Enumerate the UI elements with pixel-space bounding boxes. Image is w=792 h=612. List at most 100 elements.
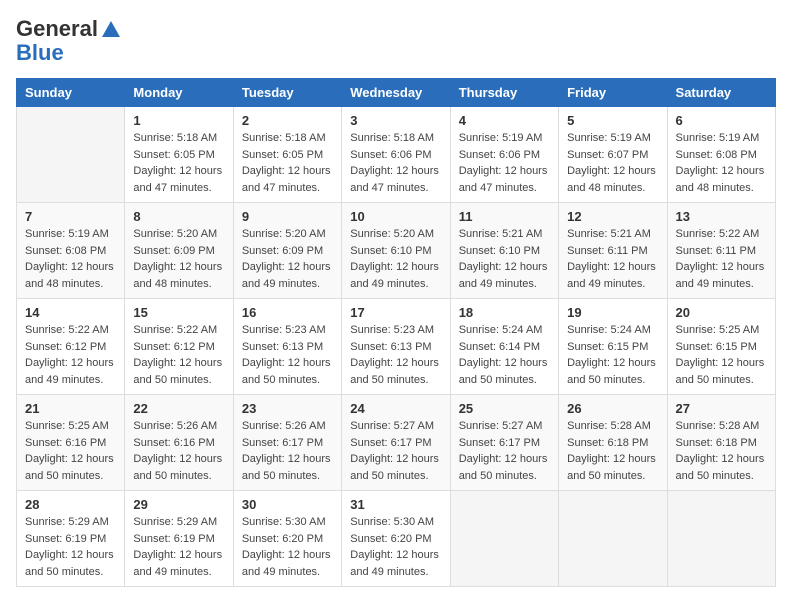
- day-info: Sunrise: 5:20 AM Sunset: 6:09 PM Dayligh…: [242, 226, 333, 292]
- day-number: 4: [459, 113, 550, 128]
- day-info: Sunrise: 5:19 AM Sunset: 6:06 PM Dayligh…: [459, 130, 550, 196]
- week-row-2: 14 Sunrise: 5:22 AM Sunset: 6:12 PM Dayli…: [17, 299, 776, 395]
- day-info: Sunrise: 5:26 AM Sunset: 6:16 PM Dayligh…: [133, 418, 224, 484]
- calendar-cell: 7 Sunrise: 5:19 AM Sunset: 6:08 PM Daylig…: [17, 203, 125, 299]
- calendar-cell: 22 Sunrise: 5:26 AM Sunset: 6:16 PM Dayli…: [125, 395, 233, 491]
- day-info: Sunrise: 5:29 AM Sunset: 6:19 PM Dayligh…: [25, 514, 116, 580]
- day-info: Sunrise: 5:19 AM Sunset: 6:08 PM Dayligh…: [676, 130, 767, 196]
- logo: General Blue: [16, 16, 122, 66]
- day-info: Sunrise: 5:22 AM Sunset: 6:11 PM Dayligh…: [676, 226, 767, 292]
- calendar-cell: 17 Sunrise: 5:23 AM Sunset: 6:13 PM Dayli…: [342, 299, 450, 395]
- day-info: Sunrise: 5:18 AM Sunset: 6:06 PM Dayligh…: [350, 130, 441, 196]
- calendar-cell: 16 Sunrise: 5:23 AM Sunset: 6:13 PM Dayli…: [233, 299, 341, 395]
- calendar-cell: [667, 491, 775, 587]
- day-info: Sunrise: 5:18 AM Sunset: 6:05 PM Dayligh…: [133, 130, 224, 196]
- day-number: 18: [459, 305, 550, 320]
- day-number: 19: [567, 305, 658, 320]
- day-number: 16: [242, 305, 333, 320]
- calendar-cell: 5Sunrise: 5:19 AM Sunset: 6:07 PM Daylig…: [559, 107, 667, 203]
- day-number: 1: [133, 113, 224, 128]
- calendar-cell: 14 Sunrise: 5:22 AM Sunset: 6:12 PM Dayli…: [17, 299, 125, 395]
- day-info: Sunrise: 5:22 AM Sunset: 6:12 PM Dayligh…: [25, 322, 116, 388]
- calendar-cell: 19 Sunrise: 5:24 AM Sunset: 6:15 PM Dayli…: [559, 299, 667, 395]
- day-number: 28: [25, 497, 116, 512]
- day-number: 21: [25, 401, 116, 416]
- day-info: Sunrise: 5:28 AM Sunset: 6:18 PM Dayligh…: [567, 418, 658, 484]
- day-info: Sunrise: 5:24 AM Sunset: 6:14 PM Dayligh…: [459, 322, 550, 388]
- calendar-cell: 2Sunrise: 5:18 AM Sunset: 6:05 PM Daylig…: [233, 107, 341, 203]
- calendar-cell: 10Sunrise: 5:20 AM Sunset: 6:10 PM Dayli…: [342, 203, 450, 299]
- calendar-cell: 11Sunrise: 5:21 AM Sunset: 6:10 PM Dayli…: [450, 203, 558, 299]
- calendar-cell: 13 Sunrise: 5:22 AM Sunset: 6:11 PM Dayli…: [667, 203, 775, 299]
- calendar-cell: 12 Sunrise: 5:21 AM Sunset: 6:11 PM Dayli…: [559, 203, 667, 299]
- day-info: Sunrise: 5:24 AM Sunset: 6:15 PM Dayligh…: [567, 322, 658, 388]
- day-number: 5: [567, 113, 658, 128]
- calendar-cell: 20Sunrise: 5:25 AM Sunset: 6:15 PM Dayli…: [667, 299, 775, 395]
- calendar-cell: 29 Sunrise: 5:29 AM Sunset: 6:19 PM Dayli…: [125, 491, 233, 587]
- day-info: Sunrise: 5:29 AM Sunset: 6:19 PM Dayligh…: [133, 514, 224, 580]
- week-row-3: 21 Sunrise: 5:25 AM Sunset: 6:16 PM Dayli…: [17, 395, 776, 491]
- day-info: Sunrise: 5:23 AM Sunset: 6:13 PM Dayligh…: [350, 322, 441, 388]
- day-number: 29: [133, 497, 224, 512]
- day-number: 3: [350, 113, 441, 128]
- day-number: 15: [133, 305, 224, 320]
- calendar-cell: 9Sunrise: 5:20 AM Sunset: 6:09 PM Daylig…: [233, 203, 341, 299]
- calendar-cell: [559, 491, 667, 587]
- weekday-header-thursday: Thursday: [450, 79, 558, 107]
- day-number: 13: [676, 209, 767, 224]
- day-info: Sunrise: 5:20 AM Sunset: 6:10 PM Dayligh…: [350, 226, 441, 292]
- day-info: Sunrise: 5:27 AM Sunset: 6:17 PM Dayligh…: [459, 418, 550, 484]
- day-info: Sunrise: 5:23 AM Sunset: 6:13 PM Dayligh…: [242, 322, 333, 388]
- calendar-cell: 4 Sunrise: 5:19 AM Sunset: 6:06 PM Daylig…: [450, 107, 558, 203]
- day-number: 25: [459, 401, 550, 416]
- day-info: Sunrise: 5:20 AM Sunset: 6:09 PM Dayligh…: [133, 226, 224, 292]
- weekday-header-saturday: Saturday: [667, 79, 775, 107]
- calendar-cell: 26 Sunrise: 5:28 AM Sunset: 6:18 PM Dayli…: [559, 395, 667, 491]
- weekday-header-row: SundayMondayTuesdayWednesdayThursdayFrid…: [17, 79, 776, 107]
- day-number: 31: [350, 497, 441, 512]
- day-info: Sunrise: 5:19 AM Sunset: 6:08 PM Dayligh…: [25, 226, 116, 292]
- calendar-cell: 25 Sunrise: 5:27 AM Sunset: 6:17 PM Dayli…: [450, 395, 558, 491]
- day-number: 12: [567, 209, 658, 224]
- calendar-cell: 24 Sunrise: 5:27 AM Sunset: 6:17 PM Dayli…: [342, 395, 450, 491]
- day-info: Sunrise: 5:25 AM Sunset: 6:16 PM Dayligh…: [25, 418, 116, 484]
- day-number: 2: [242, 113, 333, 128]
- page-header: General Blue: [16, 16, 776, 66]
- day-info: Sunrise: 5:21 AM Sunset: 6:11 PM Dayligh…: [567, 226, 658, 292]
- calendar-cell: 27 Sunrise: 5:28 AM Sunset: 6:18 PM Dayli…: [667, 395, 775, 491]
- day-info: Sunrise: 5:28 AM Sunset: 6:18 PM Dayligh…: [676, 418, 767, 484]
- week-row-0: 1 Sunrise: 5:18 AM Sunset: 6:05 PM Daylig…: [17, 107, 776, 203]
- day-info: Sunrise: 5:30 AM Sunset: 6:20 PM Dayligh…: [242, 514, 333, 580]
- logo-general-text: General: [16, 16, 98, 42]
- logo-triangle-icon: [100, 18, 122, 40]
- day-info: Sunrise: 5:25 AM Sunset: 6:15 PM Dayligh…: [676, 322, 767, 388]
- day-number: 30: [242, 497, 333, 512]
- day-info: Sunrise: 5:22 AM Sunset: 6:12 PM Dayligh…: [133, 322, 224, 388]
- weekday-header-friday: Friday: [559, 79, 667, 107]
- calendar-cell: [17, 107, 125, 203]
- calendar-cell: 1 Sunrise: 5:18 AM Sunset: 6:05 PM Daylig…: [125, 107, 233, 203]
- weekday-header-sunday: Sunday: [17, 79, 125, 107]
- day-number: 17: [350, 305, 441, 320]
- calendar-cell: 8Sunrise: 5:20 AM Sunset: 6:09 PM Daylig…: [125, 203, 233, 299]
- calendar-cell: [450, 491, 558, 587]
- day-number: 24: [350, 401, 441, 416]
- calendar-cell: 3 Sunrise: 5:18 AM Sunset: 6:06 PM Daylig…: [342, 107, 450, 203]
- day-number: 11: [459, 209, 550, 224]
- day-info: Sunrise: 5:27 AM Sunset: 6:17 PM Dayligh…: [350, 418, 441, 484]
- weekday-header-monday: Monday: [125, 79, 233, 107]
- calendar: SundayMondayTuesdayWednesdayThursdayFrid…: [16, 78, 776, 587]
- day-number: 23: [242, 401, 333, 416]
- calendar-cell: 23 Sunrise: 5:26 AM Sunset: 6:17 PM Dayli…: [233, 395, 341, 491]
- day-number: 27: [676, 401, 767, 416]
- day-number: 22: [133, 401, 224, 416]
- day-number: 26: [567, 401, 658, 416]
- day-number: 6: [676, 113, 767, 128]
- calendar-cell: 15 Sunrise: 5:22 AM Sunset: 6:12 PM Dayli…: [125, 299, 233, 395]
- day-info: Sunrise: 5:30 AM Sunset: 6:20 PM Dayligh…: [350, 514, 441, 580]
- calendar-cell: 31 Sunrise: 5:30 AM Sunset: 6:20 PM Dayli…: [342, 491, 450, 587]
- day-number: 14: [25, 305, 116, 320]
- week-row-1: 7 Sunrise: 5:19 AM Sunset: 6:08 PM Daylig…: [17, 203, 776, 299]
- day-info: Sunrise: 5:26 AM Sunset: 6:17 PM Dayligh…: [242, 418, 333, 484]
- day-number: 7: [25, 209, 116, 224]
